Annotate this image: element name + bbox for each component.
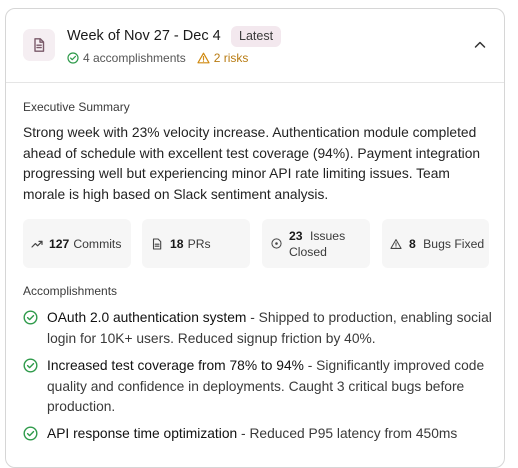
chevron-up-icon[interactable] [472, 37, 488, 53]
check-circle-icon [67, 52, 79, 64]
stat-text: 23 Issues Closed [289, 228, 370, 260]
report-meta: 4 accomplishments 2 risks [67, 51, 248, 65]
accomplishment-desc: - Reduced P95 latency from 450ms [237, 426, 458, 441]
report-header[interactable]: Week of Nov 27 - Dec 4 Latest 4 accompli… [6, 9, 504, 83]
bug-icon [390, 238, 402, 249]
document-icon [23, 29, 55, 61]
accomplishments-heading: Accomplishments [23, 284, 118, 298]
warning-icon [197, 52, 210, 64]
accomplishment-title: API response time optimization [47, 426, 238, 441]
stat-issues-closed: 23 Issues Closed [262, 219, 370, 268]
stat-value: 23 [289, 228, 303, 243]
accomplishments-count-label: 4 accomplishments [83, 51, 186, 65]
accomplishment-title: Increased test coverage from 78% to 94% [47, 358, 304, 373]
accomplishments-count: 4 accomplishments [67, 51, 186, 65]
check-circle-icon [23, 310, 38, 325]
summary-heading: Executive Summary [23, 100, 130, 114]
check-circle-icon [23, 358, 38, 373]
stat-value: 8 [409, 236, 416, 251]
stat-label: Commits [73, 236, 122, 251]
risks-count: 2 risks [197, 51, 249, 65]
stat-prs: 18 PRs [142, 219, 250, 268]
stat-label: Bugs Fixed [423, 236, 485, 251]
stat-text: 8 Bugs Fixed [409, 236, 484, 252]
accomplishment-item: Increased test coverage from 78% to 94% … [23, 356, 493, 418]
summary-text: Strong week with 23% velocity increase. … [23, 125, 481, 202]
accomplishment-title: OAuth 2.0 authentication system [47, 310, 247, 325]
report-title: Week of Nov 27 - Dec 4 [67, 28, 221, 44]
circle-check-icon [271, 238, 282, 249]
risks-count-label: 2 risks [213, 51, 249, 65]
stat-value: 18 [170, 236, 184, 251]
stat-bugs-fixed: 8 Bugs Fixed [382, 219, 489, 268]
file-icon [152, 237, 162, 250]
accomplishment-item: API response time optimization - Reduced… [23, 424, 493, 445]
trend-icon [31, 240, 43, 248]
weekly-report-card: Week of Nov 27 - Dec 4 Latest 4 accompli… [5, 8, 505, 468]
stat-value: 127 [49, 236, 70, 251]
stat-commits: 127 Commits [23, 219, 131, 268]
stat-label: PRs [187, 236, 211, 251]
accomplishment-item: OAuth 2.0 authentication system - Shippe… [23, 308, 493, 349]
check-circle-icon [23, 426, 38, 441]
stats-row: 127 Commits 18 PRs 23 Issues Closed 8 Bu… [23, 219, 489, 268]
latest-badge: Latest [231, 26, 282, 47]
